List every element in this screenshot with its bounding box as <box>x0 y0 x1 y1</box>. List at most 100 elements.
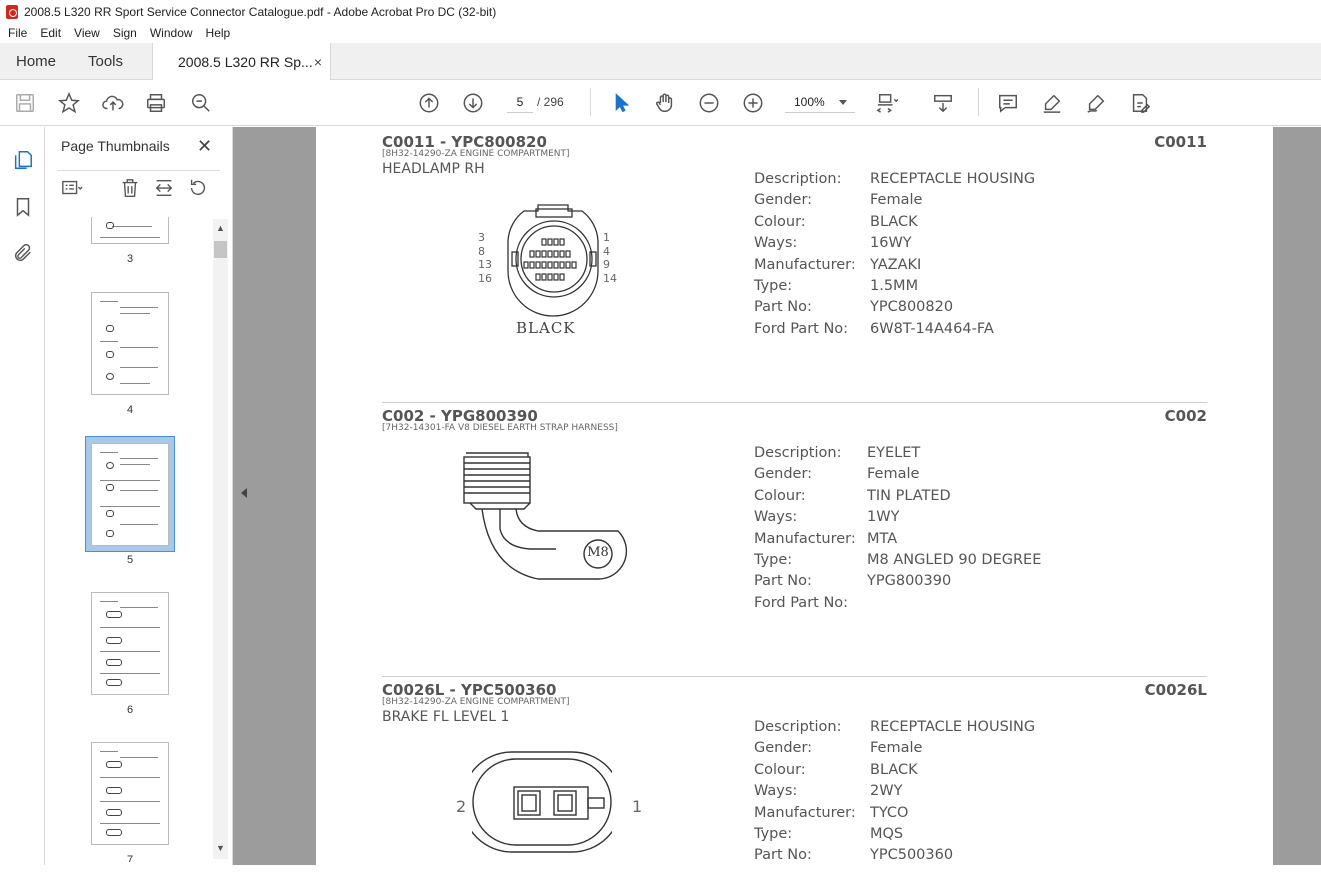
edit-pdf-icon[interactable] <box>1128 91 1152 115</box>
thumbnail-label: 6 <box>126 704 134 716</box>
tab-home[interactable]: Home <box>16 43 56 80</box>
left-rail <box>0 127 45 865</box>
thumbnail-page[interactable] <box>91 742 169 845</box>
tab-tools[interactable]: Tools <box>88 43 123 80</box>
select-pointer-icon[interactable] <box>609 91 633 115</box>
rotate-page-icon[interactable] <box>187 177 211 201</box>
two-way-connector-diagram <box>461 751 623 853</box>
spec-row: Gender: Female <box>754 192 923 209</box>
close-panel-icon[interactable]: ✕ <box>197 136 212 157</box>
toolbar-divider <box>978 88 979 116</box>
scroll-down-icon[interactable]: ▼ <box>216 843 225 853</box>
prev-page-icon[interactable] <box>417 91 441 115</box>
section-divider <box>382 402 1207 403</box>
sign-icon[interactable] <box>1084 91 1108 115</box>
spec-row: Type: 1.5MM <box>754 277 919 294</box>
save-icon[interactable] <box>13 91 37 115</box>
spec-row: Gender: Female <box>754 466 920 483</box>
spec-row: Part No: YPG800390 <box>754 573 952 590</box>
menu-view[interactable]: View <box>74 26 100 40</box>
thumbnail-page[interactable] <box>91 292 169 395</box>
highlight-icon[interactable] <box>1040 91 1064 115</box>
spec-row: Manufacturer: TYCO <box>754 804 909 821</box>
pin-labels-right: 1 4 9 14 <box>603 231 617 285</box>
harness-label: [8H32-14290-ZA ENGINE COMPARTMENT] <box>382 149 570 159</box>
window-title: 2008.5 L320 RR Sport Service Connector C… <box>24 4 497 19</box>
connector-colour-label: BLACK <box>516 319 576 337</box>
section-divider <box>382 676 1207 677</box>
collapse-panel-icon[interactable] <box>240 486 250 500</box>
comment-icon[interactable] <box>996 91 1020 115</box>
pin-label-right: 1 <box>632 797 643 816</box>
tab-row: Home Tools 2008.5 L320 RR Sp... × <box>0 43 1321 81</box>
panel-divider <box>57 170 220 171</box>
zoom-select[interactable]: 100% <box>785 91 855 113</box>
search-zoom-icon[interactable] <box>189 91 213 115</box>
print-icon[interactable] <box>144 91 168 115</box>
tab-document-label: 2008.5 L320 RR Sp... <box>178 54 313 70</box>
spec-row: Description: RECEPTACLE HOUSING <box>754 719 1036 735</box>
next-page-icon[interactable] <box>461 91 485 115</box>
spec-row: Colour: TIN PLATED <box>754 487 951 504</box>
page-total: / 296 <box>537 95 564 109</box>
spec-row: Description: EYELET <box>754 445 921 461</box>
page-fit-icon[interactable] <box>875 91 899 115</box>
thumbnail-page[interactable] <box>91 592 169 695</box>
spec-row: Manufacturer: MTA <box>754 530 898 547</box>
eyelet-terminal-diagram <box>463 452 628 580</box>
bookmark-star-icon[interactable] <box>57 91 81 115</box>
eyelet-size-label: M8 <box>587 545 609 560</box>
menu-file[interactable]: File <box>8 26 27 40</box>
delete-page-icon[interactable] <box>119 177 143 201</box>
zoom-in-icon[interactable] <box>741 91 765 115</box>
thumbnail-options-icon[interactable] <box>61 177 85 201</box>
thumbnail-label: 7 <box>126 854 134 862</box>
scroll-up-icon[interactable]: ▲ <box>216 223 225 233</box>
thumbnail-page-selected[interactable] <box>91 443 169 546</box>
scrollbar-thumb[interactable] <box>214 241 227 258</box>
thumbnail-scrollbar[interactable] <box>213 219 228 859</box>
upload-cloud-icon[interactable] <box>101 91 125 115</box>
pin-label-left: 2 <box>456 797 467 816</box>
menu-window[interactable]: Window <box>150 26 193 40</box>
scroll-mode-icon[interactable] <box>931 91 955 115</box>
spec-table: Description: EYELET Gender: Female Colour:… <box>754 445 1041 616</box>
connector-diagram <box>461 747 623 872</box>
pdf-page: C0011 - YPC800820 C0011 [8H32-14290-ZA E… <box>316 127 1273 865</box>
tab-document[interactable]: 2008.5 L320 RR Sp... × <box>152 43 331 81</box>
menu-edit[interactable]: Edit <box>40 26 61 40</box>
thumbnail-label: 4 <box>126 404 134 416</box>
harness-label: [8H32-14290-ZA ENGINE COMPARTMENT] <box>382 697 570 707</box>
zoom-out-icon[interactable] <box>697 91 721 115</box>
spec-row: Type: M8 ANGLED 90 DEGREE <box>754 551 1042 568</box>
connector-code-right: C0011 <box>1154 133 1207 151</box>
spec-row: Ford Part No: <box>754 594 849 611</box>
menu-bar: File Edit View Sign Window Help <box>0 23 1321 43</box>
thumbnail-page[interactable] <box>91 217 169 244</box>
page-thumbnails-panel: Page Thumbnails ✕ 3 4 5 6 7 ▲ ▼ <box>45 127 233 865</box>
spec-row: Description: RECEPTACLE HOUSING <box>754 171 1036 187</box>
hand-icon[interactable] <box>653 91 677 115</box>
spec-table: Description: RECEPTACLE HOUSING Gender: Fe… <box>754 171 1035 342</box>
spec-row: Ford Part No: 6W8T-14A464-FA <box>754 320 994 337</box>
connector-code-right: C002 <box>1164 407 1207 425</box>
connector-diagram <box>460 447 640 602</box>
menu-sign[interactable]: Sign <box>113 26 137 40</box>
close-tab-icon[interactable]: × <box>314 54 322 70</box>
title-bar: 2008.5 L320 RR Sport Service Connector C… <box>0 0 1321 23</box>
spec-row: Type: MQS <box>754 825 904 842</box>
attachment-icon[interactable] <box>11 241 35 265</box>
extract-page-icon[interactable] <box>153 177 177 201</box>
thumbnail-list: 3 4 5 6 7 <box>59 217 213 862</box>
toolbar-divider <box>590 88 591 116</box>
page-thumbnails-icon[interactable] <box>11 148 35 172</box>
page-number-input[interactable]: 5 <box>507 91 533 113</box>
spec-row: Colour: BLACK <box>754 761 918 778</box>
spec-row: Gender: Female <box>754 740 923 757</box>
bookmark-icon[interactable] <box>11 195 35 219</box>
menu-help[interactable]: Help <box>206 26 231 40</box>
pin-labels-left: 3 8 13 16 <box>478 231 492 285</box>
spec-row: Part No: YPC800820 <box>754 299 954 316</box>
spec-row: Ways: 16WY <box>754 235 912 252</box>
connector-location: HEADLAMP RH <box>382 161 485 177</box>
